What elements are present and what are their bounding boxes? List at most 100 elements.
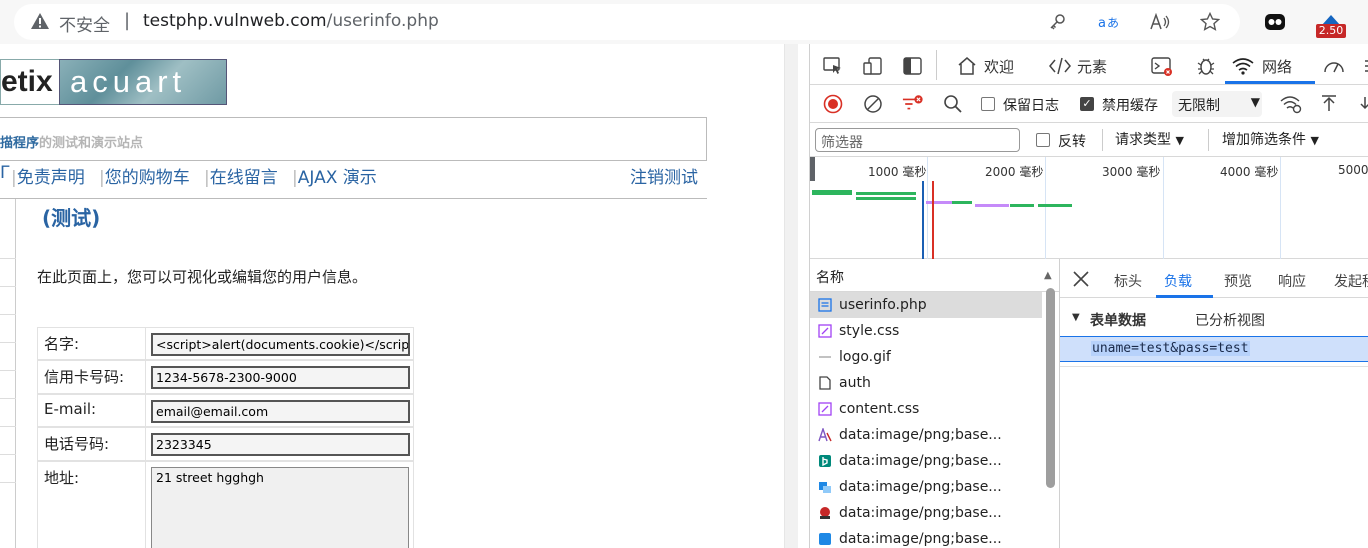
disable-cache-checkbox[interactable]: ✓	[1080, 97, 1094, 111]
request-row-data-image[interactable]: data:image/png;base...	[810, 526, 1042, 548]
tab-response[interactable]: 响应	[1278, 271, 1306, 291]
nav-link-cart[interactable]: |您的购物车	[99, 163, 190, 188]
insecure-label[interactable]: 不安全	[59, 11, 110, 36]
form-row-email: E-mail: email@email.com	[37, 394, 414, 428]
form-data-title[interactable]: 表单数据	[1090, 310, 1146, 330]
tab-network[interactable]: 网络	[1262, 56, 1292, 77]
phone-input[interactable]: 2323345	[151, 433, 410, 456]
timeline-label: 2000 毫秒	[985, 165, 1044, 179]
payload-source-row[interactable]: uname=test&pass=test	[1060, 336, 1368, 362]
file-icon	[818, 376, 832, 390]
timeline-handle[interactable]	[810, 157, 815, 181]
home-icon[interactable]	[956, 56, 978, 76]
code-icon[interactable]	[1049, 56, 1071, 76]
site-tagline: 描程序的测试和演示站点	[0, 132, 143, 151]
requests-scrollbar[interactable]: ▲	[1044, 266, 1056, 548]
request-row-data-image[interactable]: data:image/png;base...	[810, 422, 1042, 448]
console-icon[interactable]	[1151, 56, 1173, 76]
tab-payload[interactable]: 负载	[1164, 271, 1192, 291]
scrollbar-thumb[interactable]	[1046, 288, 1055, 488]
tagline-rest: 的测试和演示站点	[39, 136, 144, 151]
warning-icon[interactable]	[30, 12, 50, 34]
request-row-userinfo[interactable]: userinfo.php	[810, 292, 1042, 318]
scroll-up-icon[interactable]: ▲	[1044, 270, 1052, 281]
image-icon	[818, 506, 832, 520]
record-stop-icon[interactable]	[822, 94, 844, 114]
import-har-icon[interactable]	[1318, 94, 1340, 114]
document-icon	[818, 298, 832, 312]
address-textarea[interactable]: 21 street hgghgh	[151, 467, 409, 548]
key-icon[interactable]	[1046, 11, 1068, 33]
page-scrollbar[interactable]	[784, 44, 798, 548]
request-row-auth[interactable]: auth	[810, 370, 1042, 396]
url-text[interactable]: testphp.vulnweb.com/userinfo.php	[143, 11, 439, 31]
timeline-label: 5000	[1338, 163, 1368, 177]
logout-link[interactable]: 注销测试	[630, 163, 698, 188]
request-types-dropdown[interactable]: 请求类型 ▼	[1115, 129, 1184, 149]
view-parsed-toggle[interactable]: 已分析视图	[1195, 310, 1265, 330]
export-har-icon[interactable]	[1354, 94, 1368, 114]
read-aloud-icon[interactable]	[1149, 11, 1171, 33]
device-toolbar-icon[interactable]	[862, 56, 884, 76]
tagline-box: 描程序的测试和演示站点	[0, 117, 707, 161]
preserve-log-checkbox[interactable]	[981, 97, 995, 111]
image-icon	[818, 532, 832, 546]
nav-link-partial[interactable]: Γ	[0, 163, 9, 183]
form-row-credit-card: 信用卡号码: 1234-5678-2300-9000	[37, 360, 414, 395]
more-filters-dropdown[interactable]: 增加筛选条件 ▼	[1222, 129, 1319, 149]
page-heading: (测试)	[42, 206, 101, 230]
inspect-element-icon[interactable]	[822, 56, 844, 76]
clear-icon[interactable]	[862, 94, 884, 114]
tab-initiator[interactable]: 发起程	[1334, 271, 1368, 291]
favorite-star-icon[interactable]	[1199, 11, 1221, 33]
request-row-logo-gif[interactable]: logo.gif	[810, 344, 1042, 370]
nav-link-guestbook[interactable]: |在线留言	[204, 163, 278, 188]
dock-side-icon[interactable]	[902, 56, 924, 76]
tab-elements[interactable]: 元素	[1077, 56, 1107, 77]
network-timeline-overview[interactable]: 1000 毫秒 2000 毫秒 3000 毫秒 4000 毫秒 5000	[810, 157, 1368, 259]
request-row-style-css[interactable]: style.css	[810, 318, 1042, 344]
request-row-data-image[interactable]: data:image/png;base...	[810, 474, 1042, 500]
name-column-header[interactable]: 名称	[816, 267, 844, 287]
devtools-panel: 欢迎 元素 网络 保留日志 ✓ 禁用缓存 无限制 ▼ 筛选器 反转 请求类型 ▼…	[809, 44, 1368, 548]
tab-preview[interactable]: 预览	[1224, 271, 1252, 291]
name-input[interactable]: <script>alert(documents.cookie)</scrip	[151, 333, 410, 356]
svg-text:あ: あ	[1107, 16, 1119, 30]
performance-icon[interactable]	[1323, 56, 1345, 76]
image-icon	[818, 350, 832, 364]
web-page: etix acuart 描程序的测试和演示站点 Γ |免责声明 |您的购物车 |…	[0, 44, 798, 548]
tab-headers[interactable]: 标头	[1114, 271, 1142, 291]
network-toolbar: 保留日志 ✓ 禁用缓存 无限制 ▼	[810, 85, 1368, 123]
nav-link-disclaimer[interactable]: |免责声明	[11, 163, 85, 188]
site-logo-acuart[interactable]: acuart	[59, 59, 227, 105]
credit-card-input[interactable]: 1234-5678-2300-9000	[151, 366, 410, 389]
more-tabs-icon[interactable]	[1358, 56, 1368, 76]
network-wifi-icon[interactable]	[1232, 56, 1254, 76]
preserve-log-label: 保留日志	[1003, 98, 1059, 114]
caret-down-icon[interactable]: ▼	[1072, 312, 1080, 323]
svg-text:a: a	[1098, 16, 1106, 31]
bug-icon[interactable]	[1195, 56, 1217, 76]
tab-welcome[interactable]: 欢迎	[984, 56, 1014, 77]
browser-toolbar: 不安全 | testphp.vulnweb.com/userinfo.php a…	[0, 0, 1368, 44]
request-row-content-css[interactable]: content.css	[810, 396, 1042, 422]
translate-icon[interactable]: aあ	[1098, 11, 1120, 33]
nav-link-ajax-demo[interactable]: |AJAX 演示	[292, 163, 377, 188]
load-event-marker	[932, 181, 934, 259]
devtools-main-tabs: 欢迎 元素 网络	[810, 44, 1368, 85]
throttling-select[interactable]: 无限制 ▼	[1172, 91, 1262, 117]
request-row-data-image[interactable]: data:image/png;base...	[810, 448, 1042, 474]
filter-input[interactable]: 筛选器	[815, 128, 1020, 152]
request-row-data-image[interactable]: data:image/png;base...	[810, 500, 1042, 526]
filter-toggle-icon[interactable]	[902, 94, 924, 114]
extension-icon[interactable]	[1264, 11, 1286, 33]
image-icon	[818, 480, 832, 494]
invert-checkbox[interactable]	[1036, 133, 1050, 147]
email-input[interactable]: email@email.com	[151, 400, 410, 423]
site-logo-left[interactable]: etix	[0, 59, 60, 105]
image-icon	[818, 454, 832, 468]
network-conditions-icon[interactable]	[1280, 94, 1302, 114]
form-row-address: 地址: 21 street hgghgh	[37, 461, 414, 548]
search-icon[interactable]	[942, 94, 964, 114]
close-icon[interactable]	[1070, 269, 1092, 289]
